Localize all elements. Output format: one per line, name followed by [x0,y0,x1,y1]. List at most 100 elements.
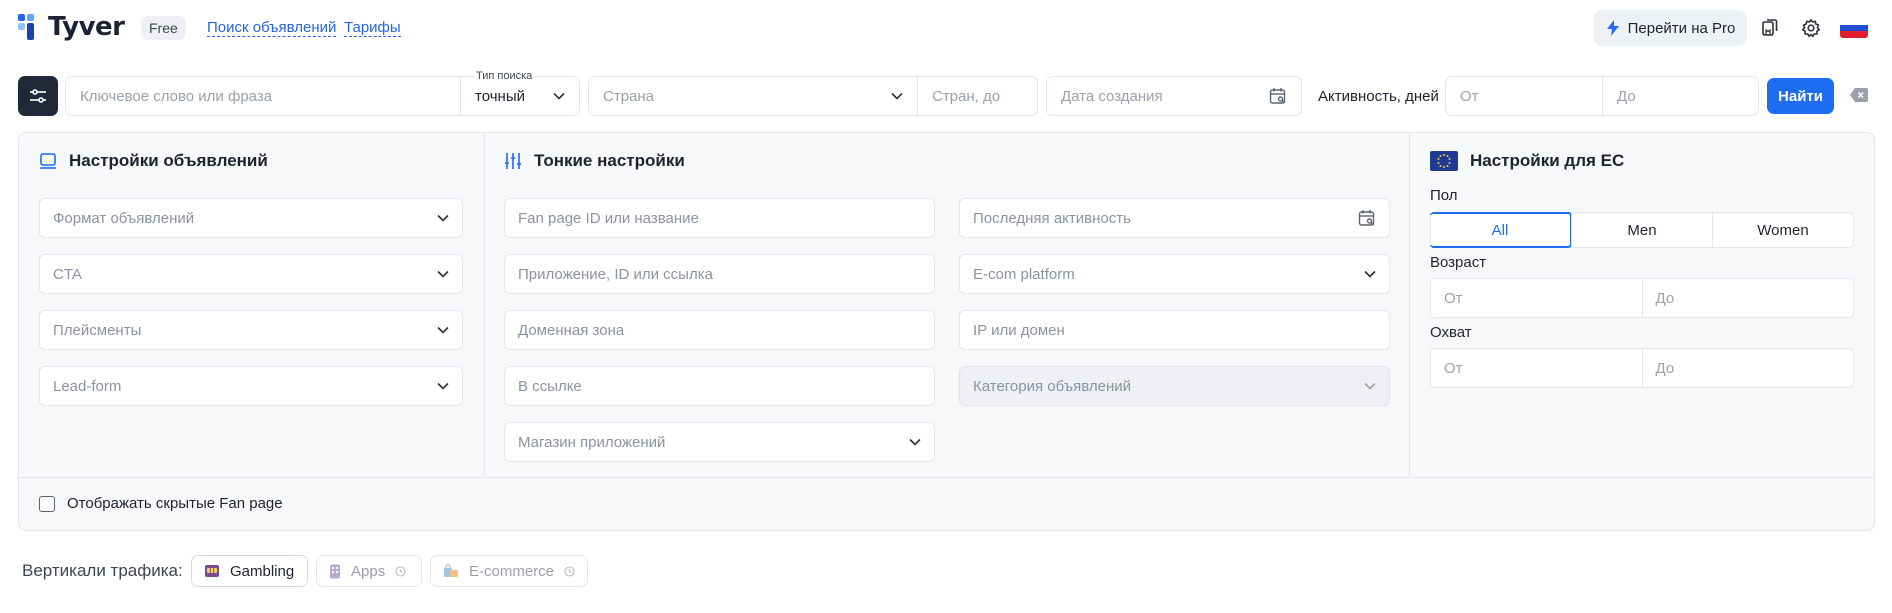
clock-icon [564,565,575,577]
lead-form-select[interactable]: Lead-form [39,366,463,406]
country-select[interactable]: Страна [588,76,918,116]
ad-category-select: Категория объявлений [959,366,1390,406]
gear-icon[interactable] [1797,14,1825,42]
show-hidden-checkbox[interactable] [39,495,55,512]
country-placeholder: Страна [603,87,655,105]
clear-icon[interactable] [1850,88,1868,106]
nav-link-pricing[interactable]: Тарифы [344,19,401,37]
nav-link-ad-search[interactable]: Поиск объявлений [207,19,337,37]
ad-settings-title: Настройки объявлений [69,151,268,170]
ad-category-placeholder: Категория объявлений [973,377,1131,395]
bookmarks-icon[interactable] [1756,14,1784,42]
in-link-field[interactable] [504,366,935,406]
created-date-placeholder: Дата создания [1061,87,1163,105]
traffic-verticals-label: Вертикали трафика: [22,561,183,580]
show-hidden-fanpage-row[interactable]: Отображать скрытые Fan page [39,495,283,512]
upgrade-pro-button[interactable]: Перейти на Pro [1594,10,1747,46]
keyword-input[interactable] [80,87,446,105]
find-button[interactable]: Найти [1767,78,1834,114]
chevron-down-icon [909,438,921,446]
row-divider [19,477,1874,478]
app-header: Tyver Free Поиск объявлений Тарифы Перей… [0,0,1892,56]
lead-form-placeholder: Lead-form [53,377,122,395]
domain-zone-input[interactable] [518,321,921,339]
gender-option-women[interactable]: Women [1712,213,1853,247]
domain-zone-field[interactable] [504,310,935,350]
logo-text: Tyver [48,12,125,42]
vertical-chip-apps[interactable]: Apps [316,555,422,587]
clock-icon [395,565,406,577]
reach-range: От До [1430,348,1854,388]
vertical-chip-label: Apps [351,562,386,580]
app-store-select[interactable]: Магазин приложений [504,422,935,462]
age-from-input[interactable]: От [1431,279,1642,317]
app-input[interactable] [518,265,921,283]
eu-settings-title: Настройки для ЕС [1470,151,1625,170]
placements-select[interactable]: Плейсменты [39,310,463,350]
chevron-down-icon [437,270,449,278]
chevron-down-icon [891,92,903,100]
chevron-down-icon [1364,382,1376,390]
vertical-chip-ecommerce[interactable]: E-commerce [430,555,588,587]
gender-option-all[interactable]: All [1430,212,1572,248]
fine-settings-header: Тонкие настройки [504,151,685,171]
show-hidden-label: Отображать скрытые Fan page [67,495,283,512]
activity-from-input[interactable] [1460,87,1588,105]
cta-placeholder: CTA [53,265,82,283]
shopping-icon [444,564,458,577]
reach-to-input[interactable]: До [1641,349,1854,387]
keyword-field[interactable] [65,76,461,116]
logo-mark-icon [18,12,42,42]
ip-domain-field[interactable] [959,310,1390,350]
fan-page-input[interactable] [518,209,921,227]
fine-settings-title: Тонкие настройки [534,151,685,170]
filters-toggle-button[interactable] [18,76,58,116]
slot-machine-icon [205,565,219,577]
plan-badge: Free [141,16,186,40]
fan-page-field[interactable] [504,198,935,238]
chevron-down-icon [553,92,565,100]
ad-settings-header: Настройки объявлений [39,151,268,171]
created-date-field[interactable]: Дата создания [1046,76,1302,116]
eu-flag-icon [1430,151,1458,171]
app-field[interactable] [504,254,935,294]
chevron-down-icon [437,326,449,334]
activity-to-input[interactable] [1617,87,1744,105]
vertical-chip-label: Gambling [230,562,295,580]
eu-settings-header: Настройки для ЕС [1430,151,1624,171]
age-label: Возраст [1430,254,1487,271]
column-divider [1409,133,1410,477]
in-link-input[interactable] [518,377,921,395]
window-icon [40,153,56,169]
search-type-label: Тип поиска [474,70,535,82]
activity-to-field[interactable] [1602,76,1759,116]
countries-upto-field[interactable] [917,76,1038,116]
vertical-chip-gambling[interactable]: Gambling [191,555,308,587]
cta-select[interactable]: CTA [39,254,463,294]
activity-days-label: Активность, дней [1318,88,1439,105]
last-activity-placeholder: Последняя активность [973,209,1131,227]
activity-from-field[interactable] [1445,76,1603,116]
logo[interactable]: Tyver [18,12,125,42]
sliders-icon [30,89,46,103]
last-activity-field[interactable]: Последняя активность [959,198,1390,238]
gender-option-men[interactable]: Men [1571,213,1712,247]
ad-format-placeholder: Формат объявлений [53,209,195,227]
gender-label: Пол [1430,187,1458,204]
reach-from-input[interactable]: От [1431,349,1642,387]
ad-format-select[interactable]: Формат объявлений [39,198,463,238]
age-to-input[interactable]: До [1641,279,1854,317]
app-store-placeholder: Магазин приложений [518,433,666,451]
countries-upto-input[interactable] [932,87,1023,105]
ecom-platform-select[interactable]: E-com platform [959,254,1390,294]
column-divider [484,133,485,477]
equalizer-icon [505,153,521,169]
chevron-down-icon [437,214,449,222]
language-flag-icon[interactable] [1840,18,1868,38]
phone-app-icon [330,564,340,578]
chevron-down-icon [437,382,449,390]
search-type-select[interactable]: точный [460,76,580,116]
gender-segmented-control: All Men Women [1430,212,1854,248]
chevron-down-icon [1364,270,1376,278]
ip-domain-input[interactable] [973,321,1376,339]
